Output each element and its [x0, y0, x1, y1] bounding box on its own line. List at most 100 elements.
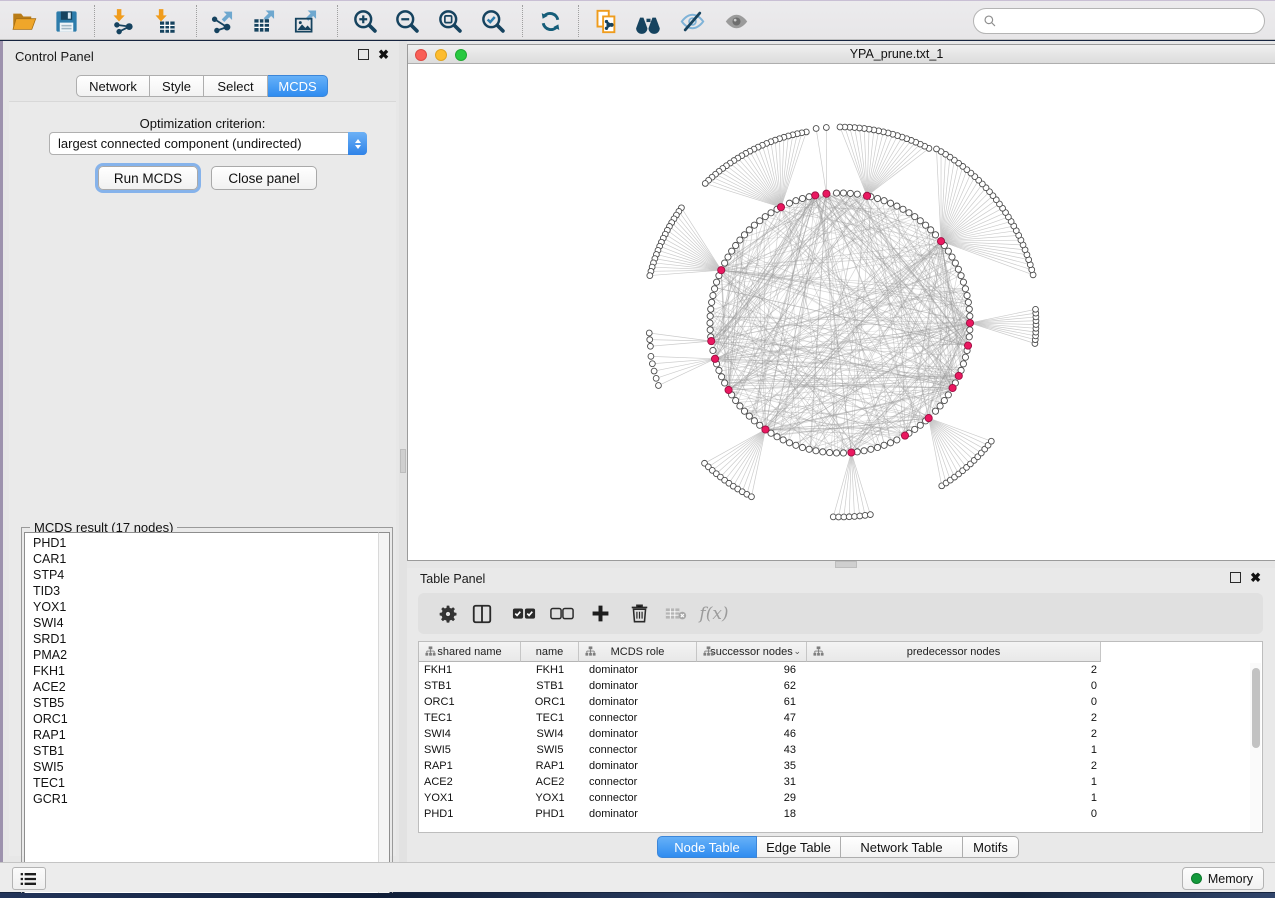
network-node	[912, 426, 918, 432]
mcds-result-item[interactable]: FKH1	[33, 663, 378, 679]
select-all-columns-button[interactable]	[508, 598, 540, 629]
vertical-split-divider[interactable]	[399, 41, 407, 862]
main-toolbar	[0, 0, 1275, 40]
tab-network-table[interactable]: Network Table	[841, 836, 963, 858]
cell-name: YOX1	[521, 790, 579, 806]
table-row[interactable]: SWI5SWI5connector431	[419, 742, 1250, 758]
zoom-in-button[interactable]	[347, 7, 383, 35]
mcds-result-item[interactable]: YOX1	[33, 599, 378, 615]
table-row[interactable]: RAP1RAP1dominator352	[419, 758, 1250, 774]
unselect-all-columns-button[interactable]	[546, 598, 578, 629]
table-row[interactable]: PHD1PHD1dominator180	[419, 806, 1250, 822]
mcds-result-item[interactable]: SRD1	[33, 631, 378, 647]
add-column-button[interactable]	[584, 598, 616, 629]
refresh-layout-button[interactable]	[532, 7, 568, 35]
column-header-name[interactable]: name	[521, 642, 579, 662]
network-view-window: YPA_prune.txt_1	[407, 44, 1275, 561]
tab-edge-table[interactable]: Edge Table	[757, 836, 841, 858]
mcds-result-item[interactable]: PMA2	[33, 647, 378, 663]
column-header-successor-nodes[interactable]: successor nodes⌄	[697, 642, 807, 662]
divider-grip[interactable]	[835, 561, 857, 568]
zoom-fit-button[interactable]	[432, 7, 468, 35]
table-row[interactable]: STB1STB1dominator620	[419, 678, 1250, 694]
search-input[interactable]	[997, 11, 1264, 31]
open-file-button[interactable]	[6, 7, 42, 35]
table-scrollbar[interactable]	[1250, 663, 1261, 831]
tab-mcds[interactable]: MCDS	[268, 75, 328, 97]
mcds-result-item[interactable]: ORC1	[33, 711, 378, 727]
mcds-result-item[interactable]: STB5	[33, 695, 378, 711]
float-panel-icon[interactable]	[1230, 572, 1241, 583]
automation-panel-button[interactable]	[12, 867, 46, 890]
network-canvas[interactable]	[408, 65, 1274, 560]
save-session-button[interactable]	[48, 7, 84, 35]
mcds-result-item[interactable]: STP4	[33, 567, 378, 583]
network-node	[949, 254, 955, 260]
mcds-result-item[interactable]: GCR1	[33, 791, 378, 807]
horizontal-split-divider[interactable]	[407, 561, 1275, 568]
close-panel-button[interactable]: Close panel	[211, 166, 317, 190]
mcds-result-item[interactable]: SWI4	[33, 615, 378, 631]
mcds-result-item[interactable]: TID3	[33, 583, 378, 599]
column-header-shared-name[interactable]: shared name	[419, 642, 521, 662]
network-node	[960, 361, 966, 367]
import-network-button[interactable]	[104, 7, 140, 35]
table-row[interactable]: TEC1TEC1connector472	[419, 710, 1250, 726]
float-panel-icon[interactable]	[358, 49, 369, 60]
table-row[interactable]: FKH1FKH1dominator962	[419, 662, 1250, 678]
memory-button[interactable]: Memory	[1182, 867, 1264, 890]
column-header-predecessor-nodes[interactable]: predecessor nodes	[807, 642, 1101, 662]
control-panel-tabs: NetworkStyleSelectMCDS	[76, 75, 328, 97]
table-settings-button[interactable]	[432, 598, 464, 629]
delete-table-button[interactable]	[660, 598, 692, 629]
mcds-result-item[interactable]: PHD1	[33, 535, 378, 551]
network-node	[833, 190, 839, 196]
mcds-result-item[interactable]: CAR1	[33, 551, 378, 567]
table-row[interactable]: YOX1YOX1connector291	[419, 790, 1250, 806]
tab-node-table[interactable]: Node Table	[657, 836, 757, 858]
search-network-button[interactable]	[630, 7, 666, 35]
cell-successor-nodes: 29	[697, 790, 807, 806]
export-table-button[interactable]	[246, 7, 282, 35]
table-row[interactable]: ACE2ACE2connector311	[419, 774, 1250, 790]
mcds-result-item[interactable]: TEC1	[33, 775, 378, 791]
run-mcds-button[interactable]: Run MCDS	[98, 166, 198, 190]
function-builder-button[interactable]: f(x)	[698, 598, 730, 629]
minimize-window-icon[interactable]	[435, 49, 447, 61]
table-row[interactable]: SWI4SWI4dominator462	[419, 726, 1250, 742]
memory-status-dot	[1191, 873, 1202, 884]
network-node	[952, 260, 958, 266]
close-panel-icon[interactable]: ✖	[1250, 572, 1261, 583]
scrollbar-thumb[interactable]	[1252, 668, 1260, 748]
optimization-criterion-select[interactable]: largest connected component (undirected)	[49, 132, 367, 155]
zoom-selected-button[interactable]	[475, 7, 511, 35]
tab-style[interactable]: Style	[150, 75, 204, 97]
column-header-MCDS-role[interactable]: MCDS role	[579, 642, 697, 662]
mcds-result-scrollbar[interactable]	[378, 532, 390, 896]
show-column-panel-button[interactable]	[466, 598, 498, 629]
mcds-result-item[interactable]: STB1	[33, 743, 378, 759]
cell-shared-name: STB1	[419, 678, 521, 694]
export-image-button[interactable]	[288, 7, 324, 35]
mcds-result-item[interactable]: ACE2	[33, 679, 378, 695]
network-graph[interactable]	[408, 65, 1274, 560]
tab-network[interactable]: Network	[76, 75, 150, 97]
zoom-out-button[interactable]	[389, 7, 425, 35]
delete-column-button[interactable]	[623, 598, 655, 629]
tab-motifs[interactable]: Motifs	[963, 836, 1019, 858]
divider-grip[interactable]	[400, 449, 406, 473]
close-window-icon[interactable]	[415, 49, 427, 61]
sort-desc-icon[interactable]: ⌄	[793, 646, 801, 657]
mcds-result-item[interactable]: SWI5	[33, 759, 378, 775]
show-hidden-button[interactable]	[718, 7, 754, 35]
mcds-result-list[interactable]: PHD1CAR1STP4TID3YOX1SWI4SRD1PMA2FKH1ACE2…	[24, 532, 378, 896]
network-window-titlebar[interactable]: YPA_prune.txt_1	[408, 45, 1275, 64]
import-table-button[interactable]	[146, 7, 182, 35]
hide-selected-button[interactable]	[674, 7, 710, 35]
close-panel-icon[interactable]: ✖	[378, 49, 389, 60]
tab-select[interactable]: Select	[204, 75, 268, 97]
mcds-result-item[interactable]: RAP1	[33, 727, 378, 743]
table-row[interactable]: ORC1ORC1dominator610	[419, 694, 1250, 710]
export-network-button[interactable]	[204, 7, 240, 35]
copy-network-button[interactable]	[588, 7, 624, 35]
